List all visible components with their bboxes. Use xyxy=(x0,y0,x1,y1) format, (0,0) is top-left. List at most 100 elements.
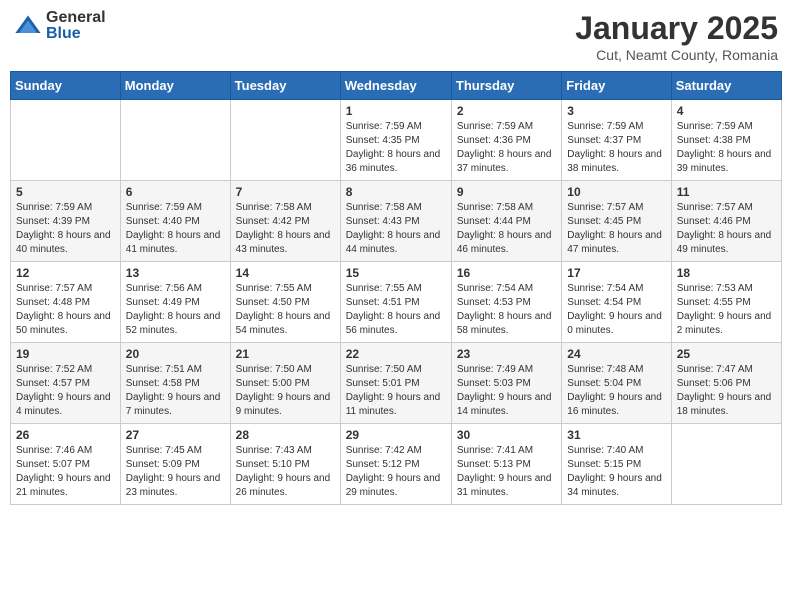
day-info: Sunrise: 7:57 AM Sunset: 4:46 PM Dayligh… xyxy=(677,201,776,257)
calendar-cell: 28 Sunrise: 7:43 AM Sunset: 5:10 PM Dayli… xyxy=(230,424,340,505)
weekday-header-saturday: Saturday xyxy=(671,72,781,100)
day-info: Sunrise: 7:58 AM Sunset: 4:42 PM Dayligh… xyxy=(236,201,335,257)
calendar-cell: 12 Sunrise: 7:57 AM Sunset: 4:48 PM Dayli… xyxy=(11,262,121,343)
day-info: Sunrise: 7:50 AM Sunset: 5:00 PM Dayligh… xyxy=(236,363,335,419)
calendar-week-4: 19 Sunrise: 7:52 AM Sunset: 4:57 PM Dayli… xyxy=(11,343,782,424)
day-number: 26 xyxy=(16,428,115,442)
day-info: Sunrise: 7:40 AM Sunset: 5:15 PM Dayligh… xyxy=(567,444,665,500)
calendar-week-2: 5 Sunrise: 7:59 AM Sunset: 4:39 PM Daylig… xyxy=(11,181,782,262)
day-number: 9 xyxy=(457,185,556,199)
calendar-cell: 1 Sunrise: 7:59 AM Sunset: 4:35 PM Daylig… xyxy=(340,100,451,181)
calendar-cell: 17Sunrise: 7:54 AM Sunset: 4:54 PM Dayli… xyxy=(562,262,671,343)
calendar-cell: 6Sunrise: 7:59 AM Sunset: 4:40 PM Daylig… xyxy=(120,181,230,262)
calendar-table: SundayMondayTuesdayWednesdayThursdayFrid… xyxy=(10,71,782,505)
day-info: Sunrise: 7:58 AM Sunset: 4:44 PM Dayligh… xyxy=(457,201,556,257)
calendar-cell xyxy=(120,100,230,181)
day-number: 31 xyxy=(567,428,665,442)
day-info: Sunrise: 7:52 AM Sunset: 4:57 PM Dayligh… xyxy=(16,363,115,419)
calendar-cell: 10 Sunrise: 7:57 AM Sunset: 4:45 PM Dayli… xyxy=(562,181,671,262)
weekday-header-sunday: Sunday xyxy=(11,72,121,100)
day-info: Sunrise: 7:49 AM Sunset: 5:03 PM Dayligh… xyxy=(457,363,556,419)
calendar-cell: 7 Sunrise: 7:58 AM Sunset: 4:42 PM Daylig… xyxy=(230,181,340,262)
calendar-cell: 23 Sunrise: 7:49 AM Sunset: 5:03 PM Dayli… xyxy=(451,343,561,424)
logo-general-text: General xyxy=(46,10,106,26)
day-info: Sunrise: 7:47 AM Sunset: 5:06 PM Dayligh… xyxy=(677,363,776,419)
weekday-header-friday: Friday xyxy=(562,72,671,100)
day-number: 24 xyxy=(567,347,665,361)
day-info: Sunrise: 7:55 AM Sunset: 4:51 PM Dayligh… xyxy=(346,282,446,338)
day-number: 16 xyxy=(457,266,556,280)
calendar-cell: 24 Sunrise: 7:48 AM Sunset: 5:04 PM Dayli… xyxy=(562,343,671,424)
day-info: Sunrise: 7:42 AM Sunset: 5:12 PM Dayligh… xyxy=(346,444,446,500)
day-number: 3 xyxy=(567,104,665,118)
calendar-cell: 9 Sunrise: 7:58 AM Sunset: 4:44 PM Daylig… xyxy=(451,181,561,262)
day-number: 1 xyxy=(346,104,446,118)
day-number: 12 xyxy=(16,266,115,280)
day-number: 19 xyxy=(16,347,115,361)
calendar-cell: 22Sunrise: 7:50 AM Sunset: 5:01 PM Dayli… xyxy=(340,343,451,424)
calendar-cell: 13Sunrise: 7:56 AM Sunset: 4:49 PM Dayli… xyxy=(120,262,230,343)
page-header: General Blue January 2025 Cut, Neamt Cou… xyxy=(10,10,782,63)
weekday-header-monday: Monday xyxy=(120,72,230,100)
day-number: 11 xyxy=(677,185,776,199)
day-info: Sunrise: 7:59 AM Sunset: 4:35 PM Dayligh… xyxy=(346,120,446,176)
calendar-cell: 31 Sunrise: 7:40 AM Sunset: 5:15 PM Dayli… xyxy=(562,424,671,505)
day-info: Sunrise: 7:41 AM Sunset: 5:13 PM Dayligh… xyxy=(457,444,556,500)
calendar-cell: 4 Sunrise: 7:59 AM Sunset: 4:38 PM Daylig… xyxy=(671,100,781,181)
calendar-cell: 11 Sunrise: 7:57 AM Sunset: 4:46 PM Dayli… xyxy=(671,181,781,262)
day-number: 7 xyxy=(236,185,335,199)
logo-text: General Blue xyxy=(46,10,106,42)
calendar-cell xyxy=(11,100,121,181)
weekday-header-wednesday: Wednesday xyxy=(340,72,451,100)
day-number: 15 xyxy=(346,266,446,280)
day-info: Sunrise: 7:53 AM Sunset: 4:55 PM Dayligh… xyxy=(677,282,776,338)
calendar-week-5: 26 Sunrise: 7:46 AM Sunset: 5:07 PM Dayli… xyxy=(11,424,782,505)
calendar-cell xyxy=(230,100,340,181)
day-info: Sunrise: 7:43 AM Sunset: 5:10 PM Dayligh… xyxy=(236,444,335,500)
calendar-cell: 14 Sunrise: 7:55 AM Sunset: 4:50 PM Dayli… xyxy=(230,262,340,343)
day-number: 14 xyxy=(236,266,335,280)
day-number: 25 xyxy=(677,347,776,361)
calendar-cell: 30Sunrise: 7:41 AM Sunset: 5:13 PM Dayli… xyxy=(451,424,561,505)
calendar-cell xyxy=(671,424,781,505)
calendar-cell: 19 Sunrise: 7:52 AM Sunset: 4:57 PM Dayli… xyxy=(11,343,121,424)
day-number: 10 xyxy=(567,185,665,199)
day-info: Sunrise: 7:48 AM Sunset: 5:04 PM Dayligh… xyxy=(567,363,665,419)
day-info: Sunrise: 7:51 AM Sunset: 4:58 PM Dayligh… xyxy=(126,363,225,419)
day-info: Sunrise: 7:54 AM Sunset: 4:54 PM Dayligh… xyxy=(567,282,665,338)
calendar-cell: 5 Sunrise: 7:59 AM Sunset: 4:39 PM Daylig… xyxy=(11,181,121,262)
day-number: 5 xyxy=(16,185,115,199)
day-number: 27 xyxy=(126,428,225,442)
calendar-cell: 29 Sunrise: 7:42 AM Sunset: 5:12 PM Dayli… xyxy=(340,424,451,505)
day-info: Sunrise: 7:50 AM Sunset: 5:01 PM Dayligh… xyxy=(346,363,446,419)
day-info: Sunrise: 7:59 AM Sunset: 4:39 PM Dayligh… xyxy=(16,201,115,257)
day-info: Sunrise: 7:54 AM Sunset: 4:53 PM Dayligh… xyxy=(457,282,556,338)
day-info: Sunrise: 7:57 AM Sunset: 4:48 PM Dayligh… xyxy=(16,282,115,338)
day-info: Sunrise: 7:59 AM Sunset: 4:37 PM Dayligh… xyxy=(567,120,665,176)
day-number: 8 xyxy=(346,185,446,199)
day-info: Sunrise: 7:59 AM Sunset: 4:38 PM Dayligh… xyxy=(677,120,776,176)
logo-icon xyxy=(14,12,42,40)
day-number: 23 xyxy=(457,347,556,361)
day-info: Sunrise: 7:57 AM Sunset: 4:45 PM Dayligh… xyxy=(567,201,665,257)
day-number: 28 xyxy=(236,428,335,442)
calendar-cell: 20 Sunrise: 7:51 AM Sunset: 4:58 PM Dayli… xyxy=(120,343,230,424)
calendar-cell: 25 Sunrise: 7:47 AM Sunset: 5:06 PM Dayli… xyxy=(671,343,781,424)
day-info: Sunrise: 7:55 AM Sunset: 4:50 PM Dayligh… xyxy=(236,282,335,338)
calendar-cell: 26 Sunrise: 7:46 AM Sunset: 5:07 PM Dayli… xyxy=(11,424,121,505)
day-info: Sunrise: 7:45 AM Sunset: 5:09 PM Dayligh… xyxy=(126,444,225,500)
day-info: Sunrise: 7:59 AM Sunset: 4:36 PM Dayligh… xyxy=(457,120,556,176)
day-number: 2 xyxy=(457,104,556,118)
day-number: 20 xyxy=(126,347,225,361)
day-number: 29 xyxy=(346,428,446,442)
calendar-cell: 21Sunrise: 7:50 AM Sunset: 5:00 PM Dayli… xyxy=(230,343,340,424)
calendar-cell: 15 Sunrise: 7:55 AM Sunset: 4:51 PM Dayli… xyxy=(340,262,451,343)
day-number: 13 xyxy=(126,266,225,280)
month-title: January 2025 xyxy=(575,10,778,47)
day-info: Sunrise: 7:46 AM Sunset: 5:07 PM Dayligh… xyxy=(16,444,115,500)
day-number: 6 xyxy=(126,185,225,199)
calendar-cell: 18 Sunrise: 7:53 AM Sunset: 4:55 PM Dayli… xyxy=(671,262,781,343)
calendar-week-3: 12 Sunrise: 7:57 AM Sunset: 4:48 PM Dayli… xyxy=(11,262,782,343)
day-number: 18 xyxy=(677,266,776,280)
day-number: 4 xyxy=(677,104,776,118)
